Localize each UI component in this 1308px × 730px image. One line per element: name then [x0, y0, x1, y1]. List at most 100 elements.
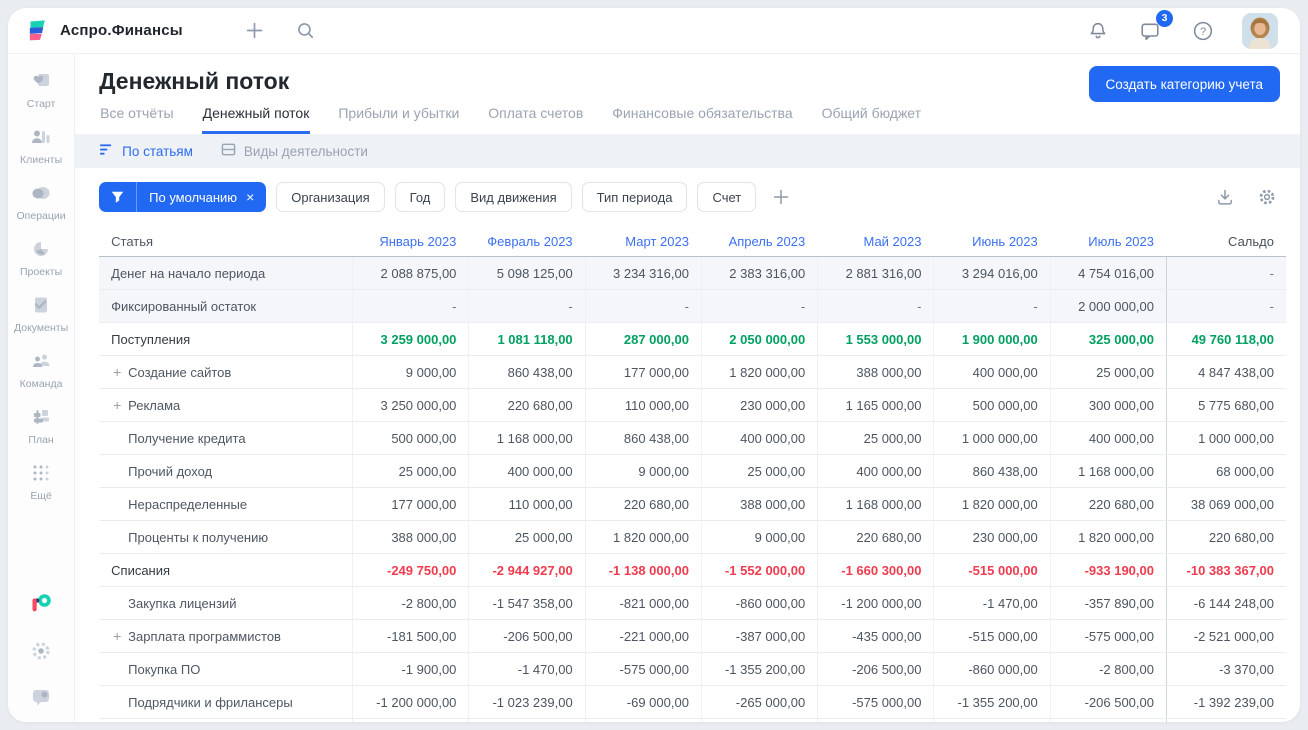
- cell-value: 1 900 000,00: [933, 323, 1049, 355]
- sidebar-item-documents[interactable]: Документы: [8, 286, 74, 342]
- sidebar-item-plan[interactable]: План: [8, 398, 74, 454]
- filter-chip-movement-type[interactable]: Вид движения: [455, 182, 571, 212]
- cell-value: 500 000,00: [933, 389, 1049, 421]
- funnel-icon[interactable]: [99, 182, 136, 212]
- expand-row-icon[interactable]: +: [113, 397, 128, 413]
- cell-value: 9 000,00: [585, 455, 701, 487]
- close-icon[interactable]: ×: [246, 190, 254, 204]
- column-header-month[interactable]: Июнь 2023: [933, 226, 1049, 256]
- column-header-month[interactable]: Июль 2023: [1050, 226, 1166, 256]
- cell-value: 4 754 016,00: [1050, 257, 1166, 289]
- tab-profit-loss[interactable]: Прибыли и убытки: [337, 104, 460, 134]
- row-label: +Проценты к получению: [99, 521, 352, 553]
- cell-value: -1 355 200,00: [701, 653, 817, 685]
- row-label: +Зарплата программистов: [99, 620, 352, 652]
- cell-value: -387 000,00: [701, 620, 817, 652]
- cell-value: 25 000,00: [701, 455, 817, 487]
- settings-icon[interactable]: [30, 640, 52, 662]
- cell-value: -: [701, 290, 817, 322]
- active-filter-chip[interactable]: По умолчанию ×: [99, 182, 266, 212]
- cell-value: -6 144 248,00: [1166, 587, 1286, 619]
- cell-value: -575 000,00: [1050, 620, 1166, 652]
- filter-chip-organization[interactable]: Организация: [276, 182, 384, 212]
- tab-cash-flow[interactable]: Денежный поток: [202, 104, 311, 134]
- row-label: +Создание сайтов: [99, 356, 352, 388]
- column-header-saldo: Сальдо: [1166, 226, 1286, 256]
- cell-value: 388 000,00: [352, 521, 468, 553]
- cell-value: 38 069 000,00: [1166, 488, 1286, 520]
- download-icon[interactable]: [1214, 186, 1236, 208]
- tab-all-reports[interactable]: Все отчёты: [99, 104, 174, 134]
- sidebar-item-clients[interactable]: Клиенты: [8, 118, 74, 174]
- sidebar: Старт Клиенты Операции Проекты Документы…: [8, 54, 75, 722]
- cell-value: -206 500,00: [817, 653, 933, 685]
- cell-value: -357 890,00: [1050, 719, 1166, 722]
- team-icon: [30, 350, 52, 375]
- filter-chip-year[interactable]: Год: [395, 182, 446, 212]
- create-plus-button[interactable]: [241, 17, 268, 44]
- search-icon[interactable]: [292, 17, 319, 44]
- column-header-article: Статья: [99, 226, 352, 256]
- cell-value: -1 552 000,00: [701, 554, 817, 586]
- sidebar-item-team[interactable]: Команда: [8, 342, 74, 398]
- cell-value: 25 000,00: [352, 455, 468, 487]
- cell-value: -821 000,00: [585, 587, 701, 619]
- main-content: Денежный поток Создать категорию учета В…: [75, 54, 1300, 722]
- tab-invoice-payment[interactable]: Оплата счетов: [487, 104, 584, 134]
- sidebar-item-label: Старт: [27, 98, 56, 110]
- sidebar-item-label: Клиенты: [20, 154, 62, 166]
- sort-lines-icon: [99, 142, 114, 160]
- table-header-row: СтатьяЯнварь 2023Февраль 2023Март 2023Ап…: [99, 226, 1286, 256]
- clients-icon: [30, 126, 52, 151]
- subtab-activity-types[interactable]: Виды деятельности: [221, 142, 368, 160]
- user-avatar[interactable]: [1242, 13, 1278, 49]
- cell-value: 4 847 438,00: [1166, 356, 1286, 388]
- subtab-by-articles[interactable]: По статьям: [99, 142, 193, 160]
- row-label: +Закупка лицензий: [99, 587, 352, 619]
- sidebar-item-more[interactable]: Ещё: [8, 454, 74, 510]
- cell-value: 1 168 000,00: [468, 422, 584, 454]
- cell-value: 388 000,00: [817, 356, 933, 388]
- cell-value: -206 500,00: [1050, 686, 1166, 718]
- column-header-month[interactable]: Февраль 2023: [468, 226, 584, 256]
- column-header-month[interactable]: Май 2023: [817, 226, 933, 256]
- expand-row-icon[interactable]: +: [113, 628, 128, 644]
- cell-value: 1 168 000,00: [1050, 455, 1166, 487]
- tab-financial-obligations[interactable]: Финансовые обязательства: [611, 104, 793, 134]
- help-icon[interactable]: ?: [1188, 16, 1218, 46]
- column-header-month[interactable]: Март 2023: [585, 226, 701, 256]
- projects-icon: [30, 238, 52, 263]
- filter-chip-period-type[interactable]: Тип периода: [582, 182, 688, 212]
- sidebar-item-start[interactable]: Старт: [8, 62, 74, 118]
- cell-value: 3 259 000,00: [352, 323, 468, 355]
- more-icon: [30, 462, 52, 487]
- active-filter-label: По умолчанию: [149, 190, 237, 205]
- cell-value: -: [352, 290, 468, 322]
- cell-value: -1 200 000,00: [817, 587, 933, 619]
- cell-value: 1 000 000,00: [1166, 422, 1286, 454]
- create-category-button[interactable]: Создать категорию учета: [1089, 66, 1280, 102]
- table-row: +Реклама3 250 000,00220 680,00110 000,00…: [99, 388, 1286, 421]
- sidebar-item-label: Ещё: [30, 490, 51, 502]
- cell-value: -1 138 000,00: [585, 554, 701, 586]
- cell-value: -2 521 000,00: [1166, 620, 1286, 652]
- notifications-bell-icon[interactable]: [1084, 17, 1112, 45]
- app-logo-icon: [24, 18, 50, 44]
- aspro-logo-icon[interactable]: [28, 590, 54, 616]
- sidebar-item-projects[interactable]: Проекты: [8, 230, 74, 286]
- app-window: Аспро.Финансы 3: [8, 8, 1300, 722]
- tab-general-budget[interactable]: Общий бюджет: [821, 104, 922, 134]
- table-row: +Покупка ПО-1 900,00-1 470,00-575 000,00…: [99, 652, 1286, 685]
- column-header-month[interactable]: Апрель 2023: [701, 226, 817, 256]
- view-subtabs: По статьям Виды деятельности: [75, 134, 1300, 168]
- cell-value: 860 438,00: [933, 455, 1049, 487]
- expand-row-icon[interactable]: +: [113, 364, 128, 380]
- table-row: +Закупка лицензий-2 800,00-1 547 358,00-…: [99, 586, 1286, 619]
- cell-value: -2 800,00: [1050, 653, 1166, 685]
- sidebar-item-operations[interactable]: Операции: [8, 174, 74, 230]
- column-header-month[interactable]: Январь 2023: [352, 226, 468, 256]
- add-filter-plus-icon[interactable]: [770, 186, 792, 208]
- filter-chip-account[interactable]: Счет: [697, 182, 756, 212]
- table-settings-gear-icon[interactable]: [1256, 186, 1278, 208]
- support-chat-icon[interactable]: [30, 686, 52, 708]
